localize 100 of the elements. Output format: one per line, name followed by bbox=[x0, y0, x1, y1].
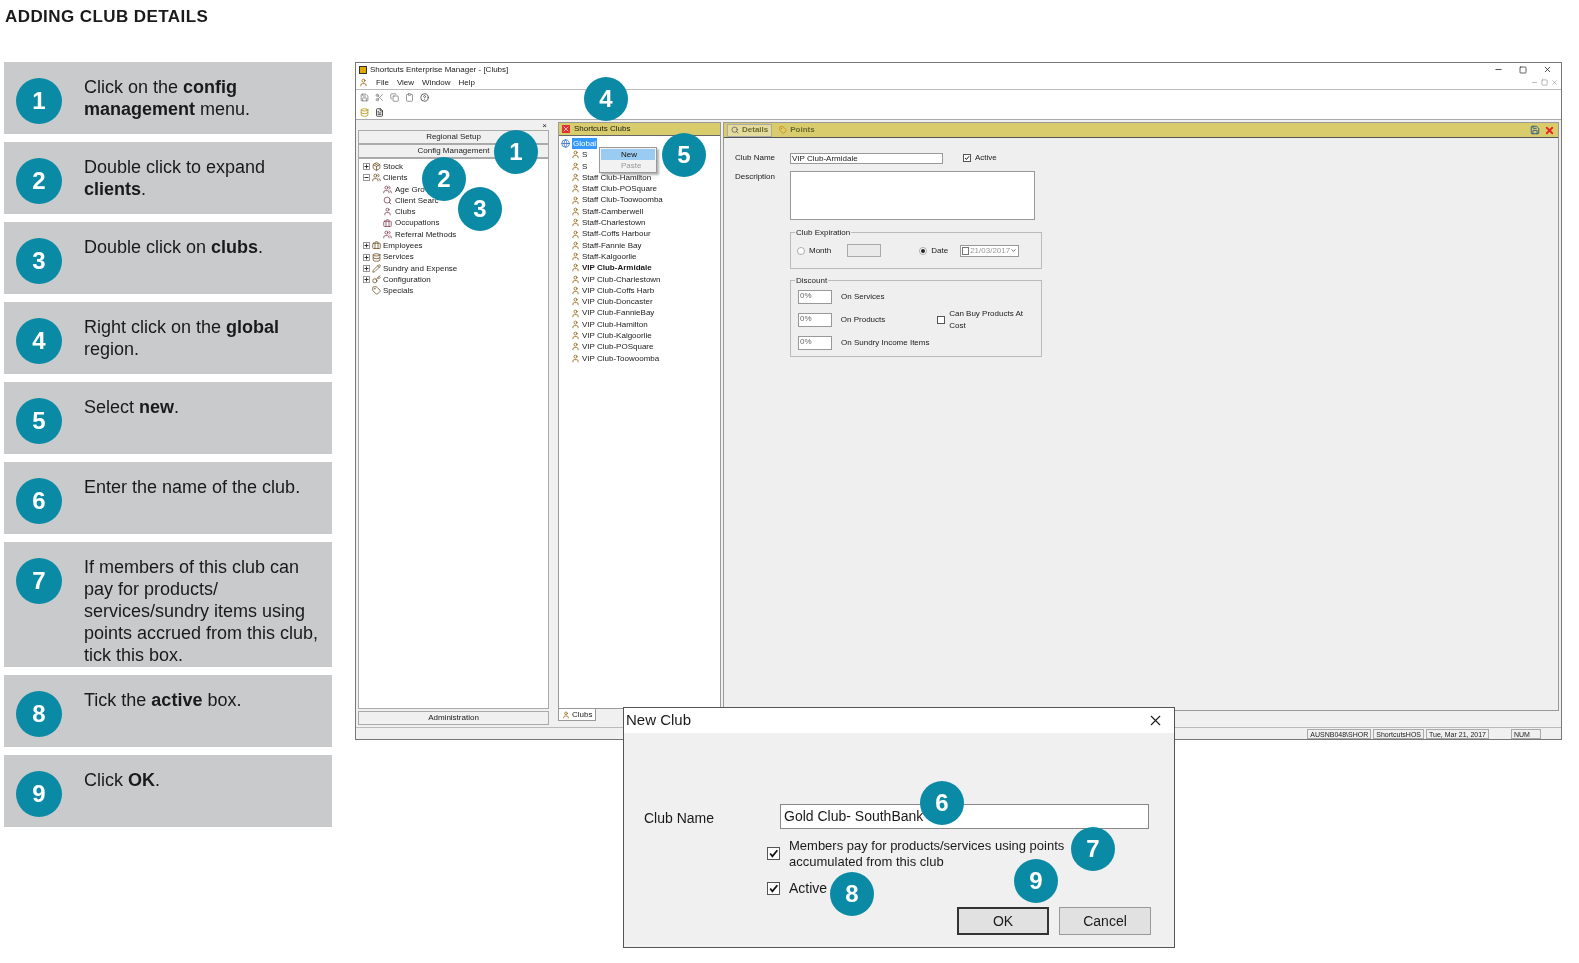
panel-tab[interactable]: Details bbox=[727, 123, 773, 137]
help-icon[interactable] bbox=[420, 93, 429, 102]
step-number: 3 bbox=[16, 238, 62, 284]
save-icon[interactable] bbox=[360, 93, 369, 102]
discount-field[interactable]: 0% bbox=[798, 290, 832, 304]
cut-icon[interactable] bbox=[375, 93, 384, 102]
discount-field[interactable]: 0% bbox=[798, 336, 832, 350]
field-label: Club Name bbox=[735, 152, 776, 164]
close-icon[interactable] bbox=[1543, 65, 1552, 74]
expand-toggle[interactable] bbox=[363, 276, 370, 284]
tree-item[interactable]: VIP Club-Toowoomba bbox=[582, 352, 660, 364]
person-icon bbox=[571, 173, 580, 183]
app-logo-icon bbox=[359, 65, 367, 74]
tree-item[interactable]: Staff Club-Hamilton bbox=[582, 171, 652, 184]
search-icon bbox=[731, 126, 739, 134]
group-title: Club Expiration bbox=[795, 227, 852, 239]
save-icon[interactable] bbox=[1530, 125, 1540, 135]
tree-item[interactable]: Configuration bbox=[383, 273, 431, 286]
person-icon bbox=[571, 218, 580, 228]
pane-close-button[interactable]: × bbox=[542, 122, 547, 130]
step-text: Double click to expand clients. bbox=[84, 156, 267, 200]
tree-item[interactable]: Employees bbox=[383, 240, 423, 252]
field-label: On Products bbox=[840, 314, 887, 326]
person-icon bbox=[562, 710, 570, 719]
tree-item[interactable]: S bbox=[582, 149, 588, 161]
person-icon bbox=[571, 308, 580, 318]
tree-item[interactable]: Services bbox=[383, 251, 414, 263]
menu-item[interactable]: Help bbox=[458, 76, 475, 89]
person-icon bbox=[571, 331, 580, 341]
menu-item[interactable]: Window bbox=[422, 76, 451, 89]
dialog-button[interactable]: Cancel bbox=[1059, 907, 1151, 935]
tree-item[interactable]: VIP Club-FannieBay bbox=[582, 307, 655, 319]
expand-toggle[interactable] bbox=[363, 242, 370, 250]
radio-button[interactable] bbox=[797, 246, 805, 255]
radio-button[interactable] bbox=[919, 246, 928, 255]
person-icon bbox=[571, 274, 580, 284]
step-number: 2 bbox=[16, 158, 62, 204]
tree-item[interactable]: S bbox=[582, 160, 588, 172]
tree-item[interactable]: Specials bbox=[383, 285, 414, 297]
tree-item[interactable]: Occupations bbox=[395, 217, 440, 229]
tree-item[interactable]: VIP Club-Kalgoorlie bbox=[582, 330, 652, 342]
tree-item[interactable]: Staff Club-Toowoomba bbox=[582, 194, 663, 206]
tree-item[interactable]: Staff-Fannie Bay bbox=[582, 239, 642, 251]
tree-item[interactable]: Sundry and Expense bbox=[383, 262, 458, 274]
tree-item[interactable]: Client Searc bbox=[395, 194, 439, 207]
step-text: Double click on clubs. bbox=[84, 236, 264, 258]
description-field[interactable] bbox=[790, 171, 1035, 220]
person-icon bbox=[571, 297, 580, 307]
tree-item[interactable]: Staff-Coffs Harbour bbox=[582, 228, 651, 240]
paste-icon[interactable] bbox=[405, 93, 414, 102]
dialog-button[interactable]: OK bbox=[957, 907, 1049, 935]
tree-item[interactable]: VIP Club-Charlestown bbox=[582, 273, 661, 285]
tree-item[interactable]: Staff-Camberwell bbox=[582, 205, 644, 218]
discount-field[interactable]: 0% bbox=[798, 313, 832, 327]
checkbox-label: Active bbox=[975, 152, 997, 164]
expand-toggle[interactable] bbox=[363, 264, 370, 272]
step-number: 9 bbox=[16, 771, 62, 817]
menu-item[interactable]: View bbox=[396, 76, 415, 89]
expand-toggle[interactable] bbox=[363, 253, 370, 261]
expand-toggle[interactable] bbox=[363, 163, 370, 171]
pane-tab[interactable]: Clubs bbox=[558, 709, 597, 721]
tree-item[interactable]: Staff Club-POSquare bbox=[582, 183, 657, 195]
dialog-title: New Club bbox=[626, 710, 692, 731]
tree-item[interactable]: Referral Methods bbox=[395, 228, 457, 241]
person-icon bbox=[571, 206, 580, 216]
tree-item[interactable]: Staff-Kalgoorlie bbox=[582, 250, 637, 263]
globe-icon bbox=[561, 139, 570, 149]
tag-icon bbox=[779, 126, 788, 134]
tree-item[interactable]: VIP Club-Hamilton bbox=[582, 318, 648, 331]
panel-tab[interactable]: Points bbox=[776, 123, 818, 137]
step-number: 6 bbox=[16, 478, 62, 524]
checkbox[interactable] bbox=[937, 316, 946, 324]
tree-item[interactable]: VIP Club-Coffs Harb bbox=[582, 284, 655, 297]
document-icon[interactable] bbox=[375, 107, 384, 117]
person-icon bbox=[359, 78, 368, 87]
menu-item[interactable]: New bbox=[601, 149, 655, 160]
checkbox[interactable] bbox=[767, 882, 780, 895]
club-name-field[interactable]: VIP Club-Armidale bbox=[790, 152, 943, 164]
tree-item[interactable]: VIP Club-Armidale bbox=[582, 262, 652, 274]
checkbox[interactable] bbox=[963, 154, 971, 162]
tree-item[interactable]: Stock bbox=[383, 161, 403, 173]
step-number: 1 bbox=[16, 78, 62, 124]
tree-item[interactable]: Staff-Charlestown bbox=[582, 217, 646, 229]
checkbox[interactable] bbox=[767, 847, 780, 860]
maximize-icon[interactable] bbox=[1519, 65, 1527, 74]
tree-item[interactable]: VIP Club-POSquare bbox=[582, 341, 654, 353]
person-icon bbox=[571, 319, 580, 329]
nav-bar-button[interactable]: Administration bbox=[358, 711, 549, 725]
checkbox-label: Can Buy Products At Cost bbox=[949, 308, 1024, 332]
tree-item[interactable]: VIP Club-Doncaster bbox=[582, 296, 653, 308]
tree-item[interactable]: Clubs bbox=[395, 206, 416, 218]
step-number: 4 bbox=[16, 318, 62, 364]
radio-label: Date bbox=[931, 244, 949, 257]
expand-toggle[interactable] bbox=[363, 174, 370, 182]
tree-item[interactable]: Clients bbox=[383, 172, 408, 184]
menu-item[interactable]: File bbox=[376, 76, 389, 89]
step-text: Enter the name of the club. bbox=[84, 476, 301, 498]
window-title: Shortcuts Enterprise Manager - [Clubs] bbox=[370, 63, 509, 76]
person-icon bbox=[571, 252, 580, 262]
tree-item[interactable]: Age Gro bbox=[395, 183, 425, 195]
